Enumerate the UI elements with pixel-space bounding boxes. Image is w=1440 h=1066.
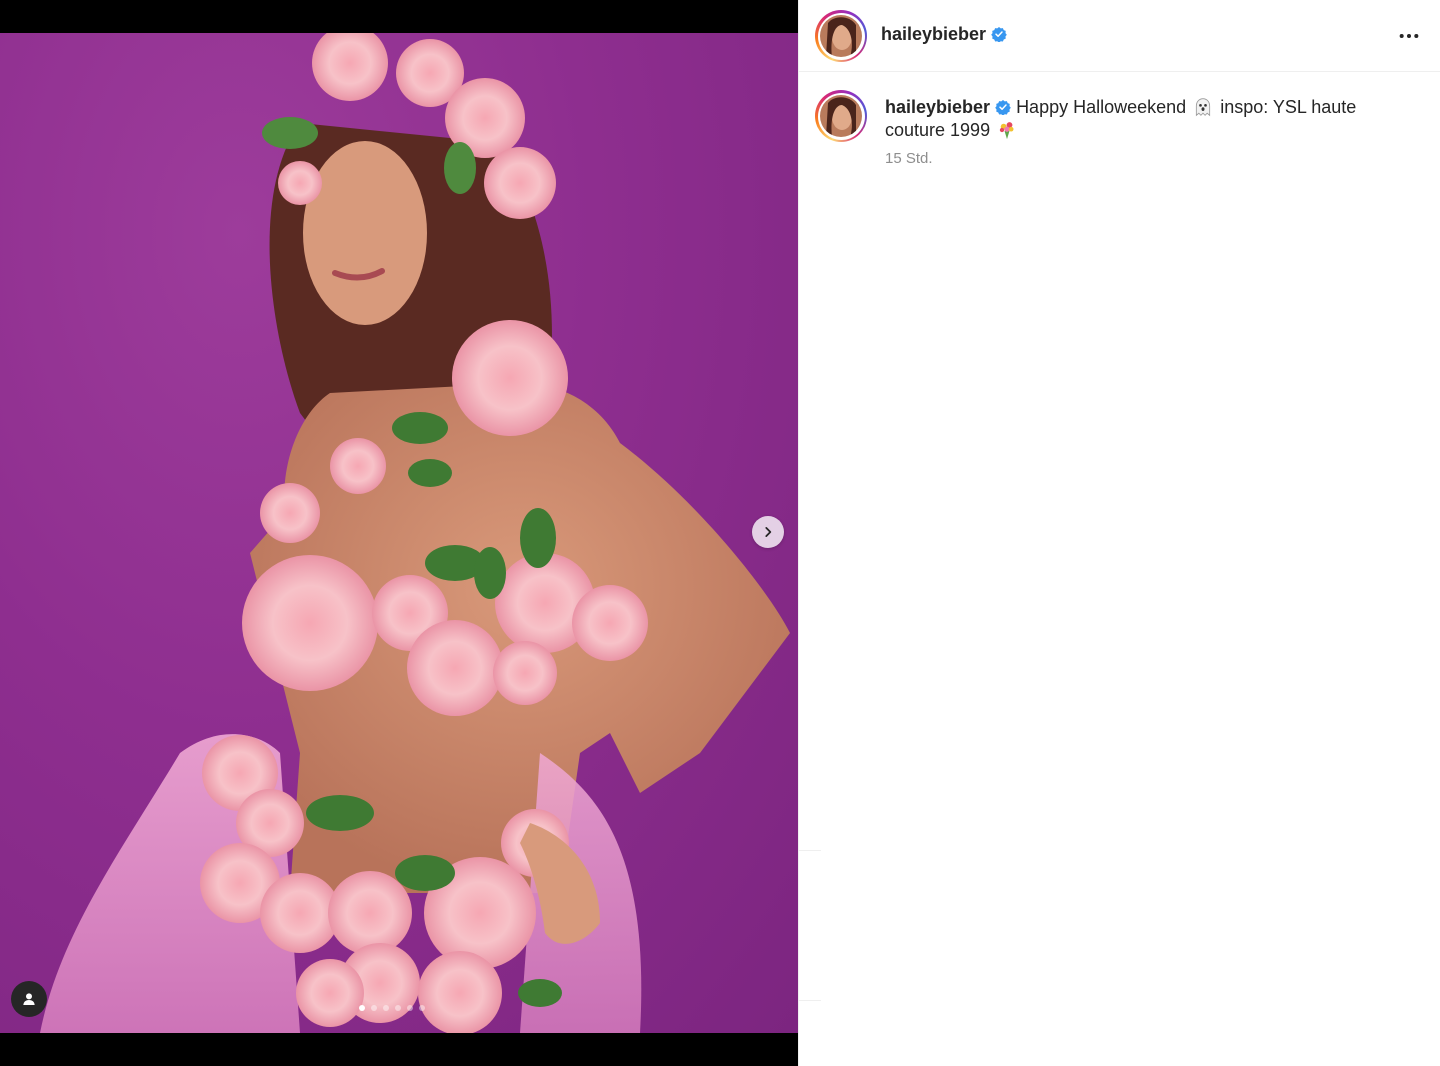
verified-badge-icon [991,27,1007,42]
post-photo-illustration [40,33,790,1033]
avatar[interactable] [815,10,867,62]
caption-avatar[interactable] [815,90,867,142]
post-photo[interactable] [0,33,798,1033]
caption-text-part-1: Happy Halloweekend [1016,97,1187,117]
profile-photo [820,95,862,137]
user-tag-icon [23,993,35,1005]
post-timestamp[interactable]: 15 Std. [885,150,933,167]
carousel-dot [407,1005,413,1011]
carousel-dot [383,1005,389,1011]
carousel-indicator [359,1005,425,1011]
carousel-dot [371,1005,377,1011]
media-pane [0,0,798,1066]
carousel-dot [395,1005,401,1011]
username-text[interactable]: haileybieber [881,24,986,44]
post-side-panel: haileybieber haileybieber Happy Hallowee… [798,0,1440,1066]
profile-photo [820,15,862,57]
more-options-button[interactable] [1395,22,1423,50]
bouquet-emoji-icon [999,122,1014,140]
carousel-next-button[interactable] [752,516,784,548]
carousel-dot [419,1005,425,1011]
verified-badge-icon [995,100,1011,115]
chevron-right-icon [765,527,772,537]
divider [799,1000,821,1001]
post-header: haileybieber [799,0,1440,72]
caption-text: haileybieber Happy Halloweekend inspo: Y… [885,96,1405,142]
more-options-icon [1399,33,1419,39]
header-username[interactable]: haileybieber [881,24,1007,45]
tagged-users-button[interactable] [11,981,47,1017]
carousel-dot [359,1005,365,1011]
divider [799,850,821,851]
ghost-emoji-icon [1196,98,1211,117]
caption-username[interactable]: haileybieber [885,97,990,117]
